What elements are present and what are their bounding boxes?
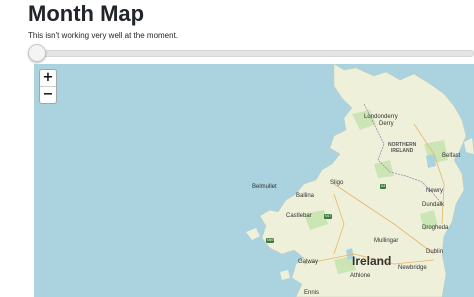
map-tiles <box>34 64 474 297</box>
zoom-in-button[interactable]: + <box>40 70 56 86</box>
map-label-londonderry: Londonderry <box>364 114 398 120</box>
map-label-galway: Galway <box>298 259 319 265</box>
map-label-newry: Newry <box>426 188 444 194</box>
map-label-sligo: Sligo <box>330 180 344 186</box>
map-label-belmullet: Belmullet <box>252 184 277 190</box>
map-label-northern-ireland: NORTHERN IRELAND <box>388 142 417 154</box>
month-slider-track[interactable] <box>32 50 474 57</box>
road-shield-n17: N17 <box>324 214 333 219</box>
map-label-ennis: Ennis <box>304 290 320 296</box>
map-label-dublin: Dublin <box>426 249 444 255</box>
status-note: This isn't working very well at the mome… <box>28 31 179 40</box>
map-label-mullingar: Mullingar <box>374 238 399 244</box>
map-label-newbridge: Newbridge <box>398 265 427 271</box>
map-label-castlebar: Castlebar <box>286 213 312 219</box>
zoom-control: + − <box>39 69 57 104</box>
map-label-belfast: Belfast <box>442 153 461 159</box>
road-shield-a4: A4 <box>380 184 387 189</box>
month-slider-thumb[interactable] <box>28 44 46 62</box>
road-shield-n59: N59 <box>266 238 275 243</box>
map-label-athlone: Athlone <box>350 273 371 279</box>
map-view[interactable]: + − Londonderry Derry NORTHERN IRELAND B… <box>34 64 474 297</box>
map-label-ireland: Ireland <box>352 254 392 268</box>
map-label-drogheda: Drogheda <box>422 225 449 231</box>
map-label-dundalk: Dundalk <box>422 202 445 208</box>
page-title: Month Map <box>28 1 145 26</box>
zoom-out-button[interactable]: − <box>40 86 56 103</box>
map-label-ballina: Ballina <box>296 193 315 199</box>
map-label-derry: Derry <box>379 121 394 127</box>
